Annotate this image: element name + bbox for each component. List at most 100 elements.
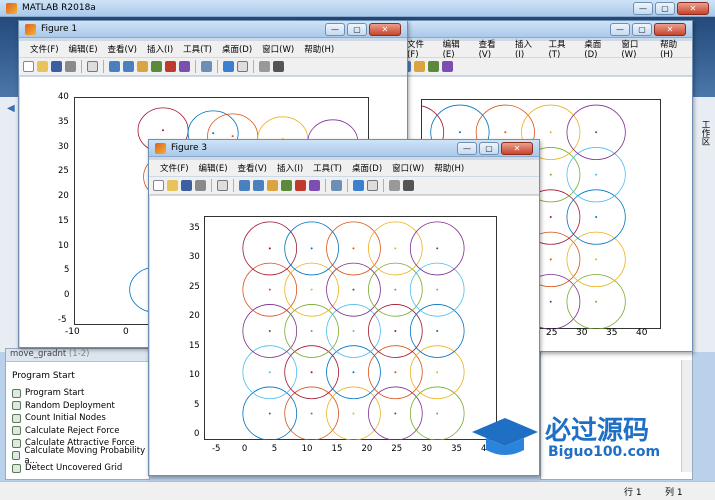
node-point: [394, 412, 397, 415]
menu-item[interactable]: 文件(F): [25, 43, 64, 55]
y-tick-label: 15: [58, 215, 69, 226]
close-button[interactable]: ✕: [501, 142, 533, 155]
menu-item[interactable]: 帮助(H): [429, 162, 469, 174]
menu-item[interactable]: 桌面(D): [579, 38, 616, 60]
maximize-button[interactable]: ▢: [479, 142, 499, 155]
main-titlebar[interactable]: MATLAB R2018a — ▢ ✕: [0, 0, 715, 17]
brush-icon[interactable]: [179, 61, 190, 72]
brush-icon[interactable]: [442, 61, 453, 72]
node-point: [436, 329, 439, 332]
menu-item[interactable]: 查看(V): [474, 38, 510, 60]
zoom-out-icon[interactable]: [123, 61, 134, 72]
menu-item[interactable]: 工具(T): [178, 43, 217, 55]
watermark-logo: [470, 412, 540, 460]
open-icon[interactable]: [167, 180, 178, 191]
zoom-in-icon[interactable]: [239, 180, 250, 191]
pan-icon[interactable]: [267, 180, 278, 191]
workspace-tab[interactable]: 工作区: [697, 120, 711, 146]
zoom-out-icon[interactable]: [253, 180, 264, 191]
list-item[interactable]: Random Deployment: [6, 400, 149, 413]
toolbar-separator: [383, 179, 384, 192]
close-button[interactable]: ✕: [677, 2, 709, 15]
left-sidebar: [0, 97, 20, 352]
menu-item[interactable]: 查看(V): [233, 162, 272, 174]
menu-item[interactable]: 桌面(D): [217, 43, 257, 55]
pan-icon[interactable]: [137, 61, 148, 72]
maximize-button[interactable]: ▢: [632, 23, 652, 36]
menu-item[interactable]: 帮助(H): [299, 43, 339, 55]
hide-tools-icon[interactable]: [389, 180, 400, 191]
figure2-xtick: 35: [606, 328, 618, 338]
close-button[interactable]: ✕: [369, 23, 401, 36]
list-item[interactable]: Count Initial Nodes: [6, 412, 149, 425]
pointer-icon[interactable]: [217, 180, 228, 191]
legend-icon[interactable]: [367, 180, 378, 191]
pan-icon[interactable]: [414, 61, 425, 72]
menu-item[interactable]: 编辑(E): [194, 162, 233, 174]
show-tools-icon[interactable]: [273, 61, 284, 72]
list-item[interactable]: Calculate Moving Probability a...: [6, 446, 149, 466]
data-cursor-icon[interactable]: [165, 61, 176, 72]
graduation-cap-icon: [472, 418, 538, 455]
menu-item[interactable]: 插入(I): [142, 43, 178, 55]
print-icon[interactable]: [195, 180, 206, 191]
zoom-in-icon[interactable]: [109, 61, 120, 72]
rotate-icon[interactable]: [428, 61, 439, 72]
menu-item[interactable]: 插入(I): [272, 162, 308, 174]
node-point: [352, 412, 355, 415]
menu-item[interactable]: 帮助(H): [655, 38, 692, 60]
menu-item[interactable]: 编辑(E): [438, 38, 474, 60]
maximize-button[interactable]: ▢: [347, 23, 367, 36]
hide-tools-icon[interactable]: [259, 61, 270, 72]
save-icon[interactable]: [51, 61, 62, 72]
node-point: [268, 371, 271, 374]
minimize-button[interactable]: —: [610, 23, 630, 36]
menu-item[interactable]: 桌面(D): [347, 162, 387, 174]
print-icon[interactable]: [65, 61, 76, 72]
node-point: [310, 288, 313, 291]
open-icon[interactable]: [37, 61, 48, 72]
function-icon: [12, 463, 21, 473]
rotate-icon[interactable]: [281, 180, 292, 191]
list-item[interactable]: Program Start: [6, 387, 149, 400]
link-icon[interactable]: [201, 61, 212, 72]
save-icon[interactable]: [181, 180, 192, 191]
menu-item[interactable]: 窗口(W): [387, 162, 429, 174]
close-button[interactable]: ✕: [654, 23, 686, 36]
menu-item[interactable]: 工具(T): [308, 162, 347, 174]
show-tools-icon[interactable]: [403, 180, 414, 191]
list-item[interactable]: Calculate Reject Force: [6, 425, 149, 438]
vertical-scrollbar[interactable]: [681, 360, 692, 472]
new-figure-icon[interactable]: [153, 180, 164, 191]
menu-item[interactable]: 编辑(E): [64, 43, 103, 55]
figure1-titlebar[interactable]: Figure 1 — ▢ ✕: [19, 21, 407, 38]
figure3-titlebar[interactable]: Figure 3 — ▢ ✕: [149, 140, 539, 157]
menu-item[interactable]: 插入(I): [510, 38, 543, 60]
figure3-menubar: 文件(F) 编辑(E) 查看(V) 插入(I) 工具(T) 桌面(D) 窗口(W) 帮助(H): [149, 160, 539, 176]
colorbar-icon[interactable]: [353, 180, 364, 191]
link-icon[interactable]: [331, 180, 342, 191]
main-title: MATLAB R2018a: [22, 3, 96, 13]
menu-item[interactable]: 文件(F): [155, 162, 194, 174]
figure1-window-controls: — ▢ ✕: [325, 23, 401, 36]
menu-item[interactable]: 窗口(W): [257, 43, 299, 55]
y-tick-label: 5: [194, 399, 200, 410]
brush-icon[interactable]: [309, 180, 320, 191]
maximize-button[interactable]: ▢: [655, 2, 675, 15]
menu-item[interactable]: 工具(T): [543, 38, 579, 60]
menu-item[interactable]: 窗口(W): [616, 38, 655, 60]
function-icon: [12, 426, 21, 436]
colorbar-icon[interactable]: [223, 61, 234, 72]
menu-item[interactable]: 查看(V): [103, 43, 142, 55]
rotate-icon[interactable]: [151, 61, 162, 72]
minimize-button[interactable]: —: [325, 23, 345, 36]
legend-icon[interactable]: [237, 61, 248, 72]
pointer-icon[interactable]: [87, 61, 98, 72]
node-point: [436, 371, 439, 374]
new-figure-icon[interactable]: [23, 61, 34, 72]
data-cursor-icon[interactable]: [295, 180, 306, 191]
node-point: [549, 131, 552, 134]
minimize-button[interactable]: —: [457, 142, 477, 155]
back-icon[interactable]: ◀: [7, 103, 15, 114]
minimize-button[interactable]: —: [633, 2, 653, 15]
